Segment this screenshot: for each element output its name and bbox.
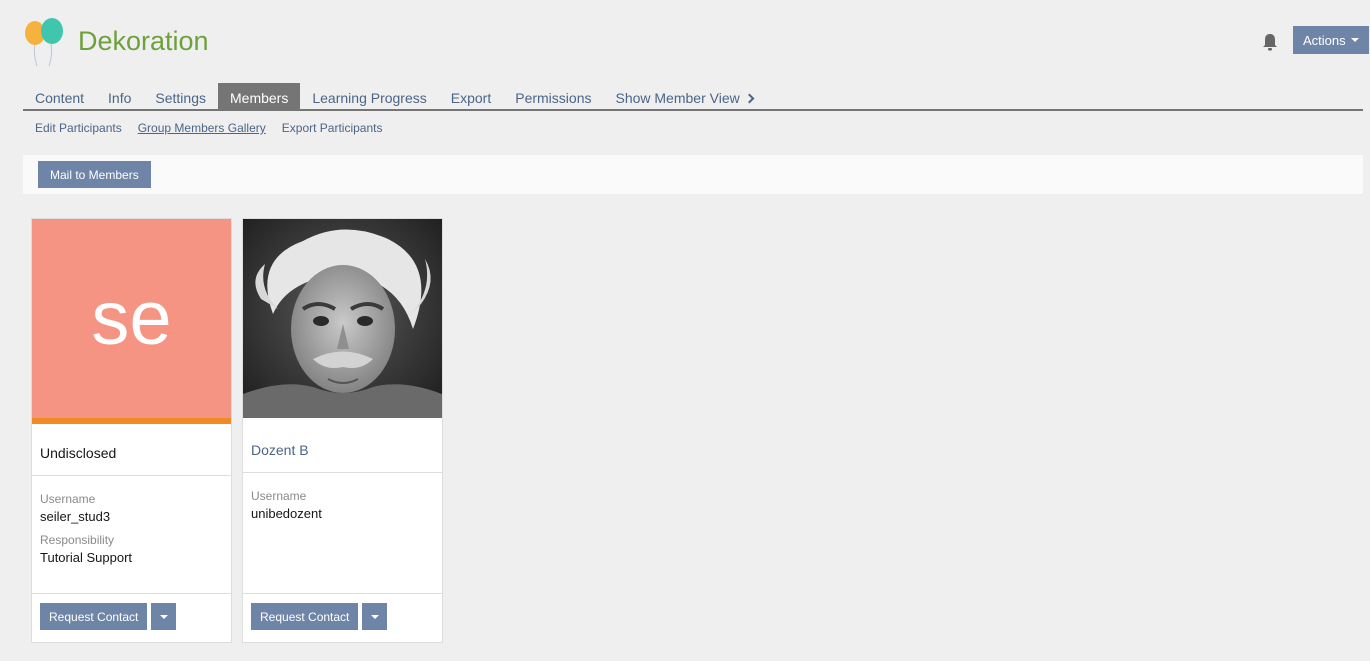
actions-label: Actions [1303,32,1346,48]
member-card: se Undisclosed Username seiler_stud3 Res… [31,218,232,643]
chevron-down-icon [1350,38,1359,42]
balloons-icon [25,18,63,67]
divider [32,593,231,594]
tab-show-member-view[interactable]: Show Member View [603,83,764,109]
username-label: Username [251,489,307,503]
username-value: seiler_stud3 [40,509,111,524]
request-contact-button[interactable]: Request Contact [251,603,359,630]
tab-content[interactable]: Content [23,83,96,109]
divider [243,472,442,473]
mail-to-members-button[interactable]: Mail to Members [38,161,151,188]
chevron-down-icon [159,614,168,619]
responsibility-label: Responsibility [40,533,115,547]
tab-export[interactable]: Export [439,83,503,109]
request-contact-button[interactable]: Request Contact [40,603,148,630]
subtab-export-participants[interactable]: Export Participants [282,121,383,135]
subtab-edit-participants[interactable]: Edit Participants [35,121,122,135]
tab-info[interactable]: Info [96,83,143,109]
toolbar: Mail to Members [23,155,1363,194]
bell-icon[interactable] [1261,32,1279,52]
chevron-right-icon [744,93,755,104]
subtab-group-members-gallery[interactable]: Group Members Gallery [138,121,266,135]
actions-button[interactable]: Actions [1293,26,1369,54]
responsibility-value: Tutorial Support [40,550,133,565]
avatar-photo [243,219,442,418]
tab-learning-progress[interactable]: Learning Progress [300,83,438,109]
sub-tabs: Edit Participants Group Members Gallery … [35,121,382,135]
divider [243,593,442,594]
member-card: Dozent B Username unibedozent Request Co… [242,218,443,643]
tab-settings[interactable]: Settings [143,83,218,109]
member-name-link[interactable]: Dozent B [251,442,309,458]
page: Dekoration Actions Content Info Settings… [0,0,1370,661]
portrait-image [243,219,442,418]
chevron-down-icon [370,614,379,619]
divider [32,475,231,476]
request-contact-dropdown-button[interactable] [362,603,387,630]
tab-members[interactable]: Members [218,83,301,109]
username-value: unibedozent [251,506,322,521]
request-contact-dropdown-button[interactable] [151,603,176,630]
avatar-accent-bar [32,418,231,424]
header: Dekoration Actions [23,18,1369,70]
member-name: Undisclosed [40,445,117,461]
avatar-initials: se [91,276,172,361]
tab-permissions[interactable]: Permissions [503,83,603,109]
tab-show-member-view-label: Show Member View [615,90,740,106]
page-title: Dekoration [78,26,209,56]
username-label: Username [40,492,96,506]
avatar: se [32,219,231,418]
main-tabs: Content Info Settings Members Learning P… [23,83,1363,111]
